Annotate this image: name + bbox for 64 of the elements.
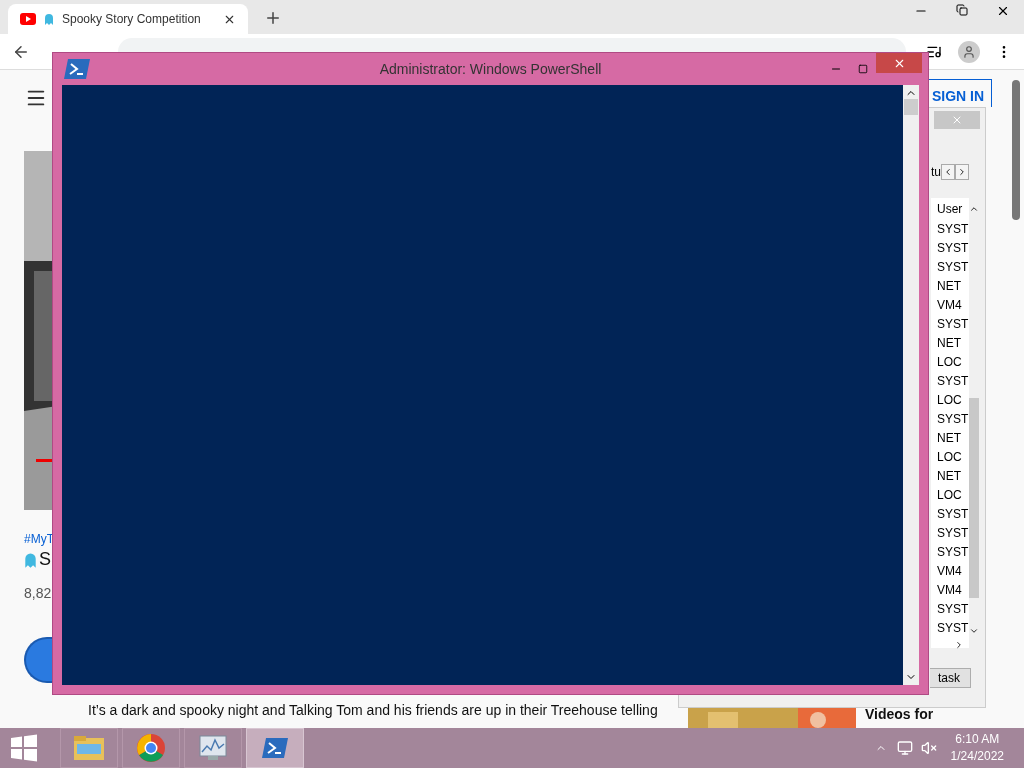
taskbar-app-button[interactable] [122, 728, 180, 768]
table-cell-text: NET [936, 278, 962, 295]
scroll-up-icon[interactable] [969, 204, 979, 214]
new-tab-icon[interactable] [264, 9, 282, 27]
play-logo-icon [20, 13, 36, 25]
hashtag-link[interactable]: #MyT [24, 530, 54, 548]
table-cell-text: SYST [936, 544, 969, 561]
scroll-left-button[interactable] [941, 164, 955, 180]
close-icon [951, 114, 963, 126]
window-title: Administrator: Windows PowerShell [378, 59, 603, 79]
channel-avatar[interactable] [24, 637, 52, 683]
table-cell-text: VM4 [936, 582, 963, 599]
video-title: S [39, 548, 51, 571]
table-cell-text: SYST [936, 411, 969, 428]
column-header[interactable]: User [931, 198, 969, 220]
view-count: 8,82 [24, 584, 52, 603]
table-cell-text: NET [936, 430, 962, 447]
table-cell-text: SYST [936, 506, 969, 523]
monitor-chart-icon [198, 734, 228, 762]
scrollbar-thumb[interactable] [1012, 80, 1020, 220]
start-icon[interactable] [10, 734, 38, 762]
profile-avatar[interactable] [958, 40, 980, 63]
table-cell-text: LOC [936, 354, 963, 371]
folder-icon [73, 734, 105, 762]
restore-icon[interactable] [956, 4, 968, 16]
table-cell-text: SYST [936, 316, 969, 333]
table-cell-text: VM4 [936, 563, 963, 580]
table-cell-text: LOC [936, 449, 963, 466]
person-icon [962, 44, 976, 59]
speaker-muted-icon[interactable] [920, 740, 937, 756]
browser-logo-icon [136, 733, 166, 763]
table-cell-text: SYST [936, 525, 969, 542]
close-icon[interactable] [996, 4, 1010, 18]
table-cell-text: LOC [936, 392, 963, 409]
scroll-right-button[interactable] [955, 164, 969, 180]
taskbar-app-button[interactable] [60, 728, 118, 768]
video-description: It’s a dark and spooky night and Talking Tom and his friends are up in their Treehouse telling [88, 701, 658, 720]
taskbar-app-button[interactable] [184, 728, 242, 768]
table-cell-text: SYST [936, 259, 969, 276]
ghost-icon [44, 13, 54, 25]
related-video-title: Videos for [865, 705, 934, 724]
table-cell-text: LOC [936, 487, 963, 504]
end-task-button[interactable]: task [930, 668, 971, 688]
network-icon[interactable] [896, 740, 913, 756]
scrollbar-thumb[interactable] [904, 99, 918, 115]
scroll-right-icon[interactable] [954, 640, 964, 650]
terminal-icon [261, 736, 289, 760]
terminal-icon [63, 57, 91, 81]
table-cell-text: SYST [936, 240, 969, 257]
table-cell-text: SYST [936, 373, 969, 390]
taskbar-app-button[interactable] [246, 728, 304, 768]
table-cell-text: VM4 [936, 297, 963, 314]
table-cell-text: SYST [936, 601, 969, 618]
tab-title: Spooky Story Competition [62, 11, 202, 28]
ghost-icon [24, 551, 37, 568]
scrollbar-thumb[interactable] [969, 398, 979, 598]
table-cell-text: SYST [936, 221, 969, 238]
table-cell-text: NET [936, 335, 962, 352]
table-cell-text: SYST [936, 620, 969, 637]
table-cell-text: NET [936, 468, 962, 485]
browser-tab[interactable]: Spooky Story Competition [8, 4, 248, 34]
scroll-down-icon[interactable] [969, 626, 979, 636]
maximize-icon[interactable] [858, 64, 868, 74]
column-header[interactable]: tu [931, 163, 941, 181]
